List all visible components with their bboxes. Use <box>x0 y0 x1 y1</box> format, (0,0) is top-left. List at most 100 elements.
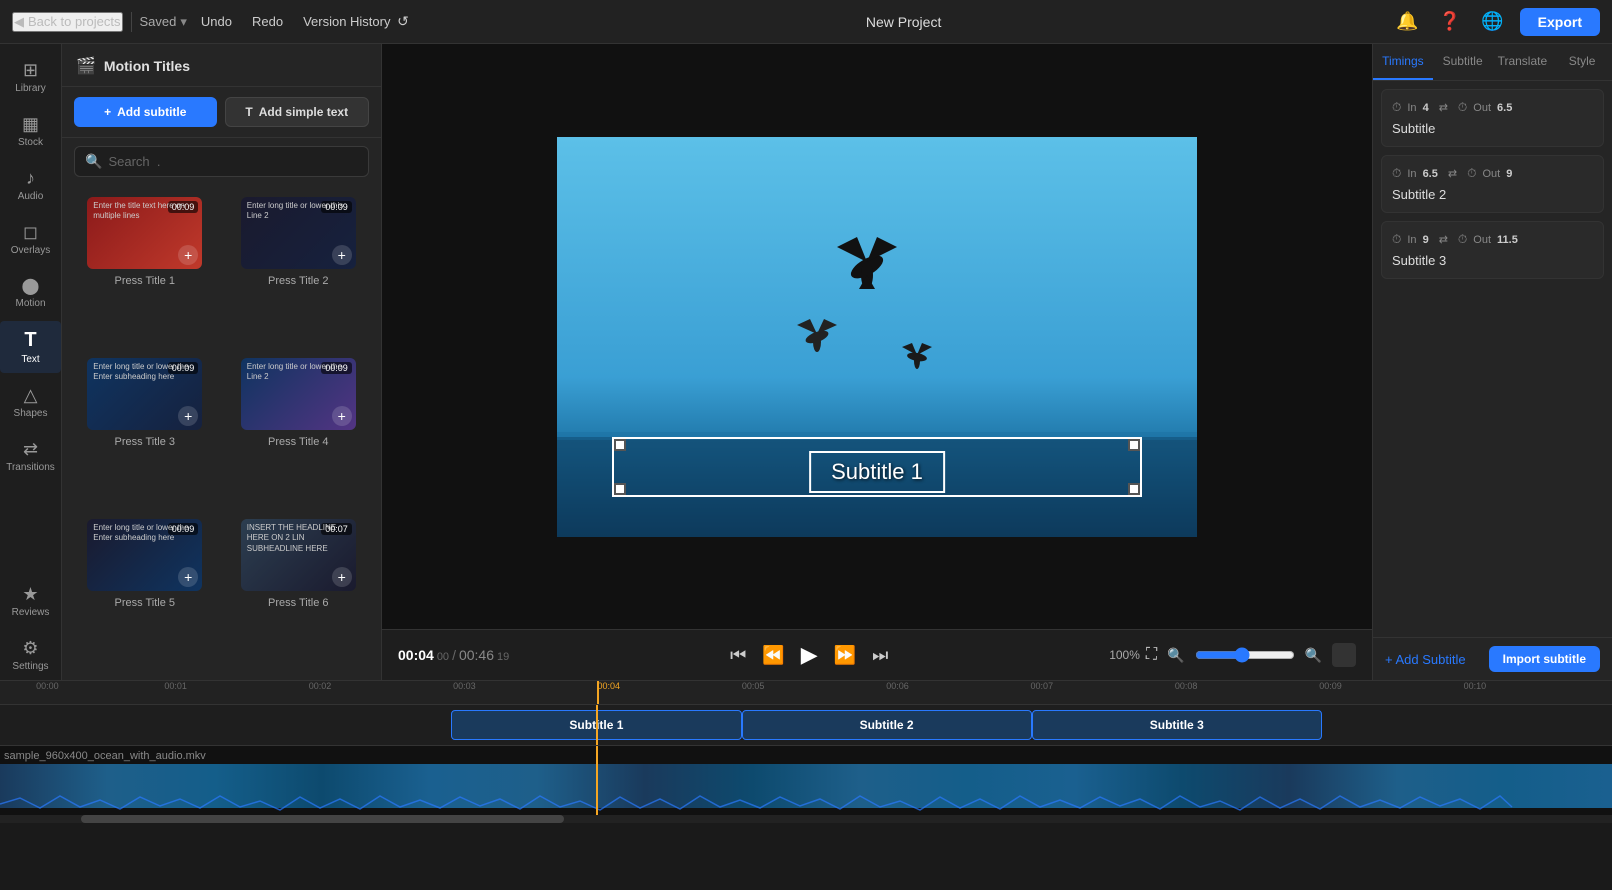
globe-button[interactable]: 🌐 <box>1477 7 1507 36</box>
undo-button[interactable]: Undo <box>195 10 238 33</box>
main-layout: ⊞ Library ▦ Stock ♪ Audio ◻ Overlays ⬤ M… <box>0 44 1612 680</box>
audio-icon: ♪ <box>26 168 35 189</box>
template-item-4[interactable]: 00:09 Enter long title or lower the Line… <box>228 358 370 507</box>
template-add-4[interactable]: + <box>332 406 352 426</box>
template-text-1: Enter the title text here on multiple li… <box>93 201 202 222</box>
subtitle-entry-1[interactable]: ⏱ In 4 ⇄ ⏱ Out 6.5 Subtitle <box>1381 89 1604 147</box>
timeline-scroll[interactable] <box>0 815 1612 823</box>
fast-forward-button[interactable]: ⏩ <box>830 641 860 670</box>
rewind-button[interactable]: ⏪ <box>758 641 788 670</box>
template-add-6[interactable]: + <box>332 567 352 587</box>
add-subtitle-icon: + <box>104 105 111 119</box>
video-frame[interactable]: Subtitle 1 <box>557 137 1197 537</box>
ruler-mark-9: 00:09 <box>1319 681 1342 691</box>
fullscreen-button[interactable]: ⛶ <box>1146 646 1157 664</box>
skip-to-start-button[interactable]: ⏮ <box>726 641 750 670</box>
timeline-scroll-thumb[interactable] <box>81 815 565 823</box>
tab-style[interactable]: Style <box>1552 44 1612 80</box>
template-add-1[interactable]: + <box>178 245 198 265</box>
tab-translate[interactable]: Translate <box>1493 44 1553 80</box>
ruler-track: 00:00 00:01 00:02 00:03 00:04 00:05 00:0… <box>4 681 1608 704</box>
video-preview: Subtitle 1 <box>382 44 1372 629</box>
handle-bl[interactable] <box>614 483 626 495</box>
export-button[interactable]: Export <box>1520 8 1600 36</box>
handle-br[interactable] <box>1128 483 1140 495</box>
subtitle-entry-text-2[interactable]: Subtitle 2 <box>1392 187 1593 202</box>
view-options-button[interactable] <box>1332 643 1356 667</box>
sidebar-item-stock[interactable]: ▦ Stock <box>0 106 61 156</box>
add-subtitle-link[interactable]: + Add Subtitle <box>1385 652 1466 667</box>
template-item-1[interactable]: 00:09 Enter the title text here on multi… <box>74 197 216 346</box>
sidebar-item-motion[interactable]: ⬤ Motion <box>0 268 61 317</box>
subtitle-timing-3: ⏱ In 9 ⇄ ⏱ Out 11.5 <box>1392 232 1593 247</box>
motion-titles-panel: 🎬 Motion Titles + Add subtitle T Add sim… <box>62 44 382 680</box>
template-thumb-6: 00:07 INSERT THE HEADLINE HERE ON 2 LIN … <box>241 519 356 591</box>
subtitle-entry-3[interactable]: ⏱ In 9 ⇄ ⏱ Out 11.5 Subtitle 3 <box>1381 221 1604 279</box>
template-item-5[interactable]: 00:09 Enter long title or lower the Ente… <box>74 519 216 668</box>
handle-tl[interactable] <box>614 439 626 451</box>
sidebar-label-reviews: Reviews <box>12 607 50 618</box>
in-val-1[interactable]: 4 <box>1423 102 1429 114</box>
panel-title: Motion Titles <box>104 58 190 74</box>
waveform-svg <box>0 793 1612 815</box>
search-bar: 🔍 <box>62 138 381 185</box>
top-bar: ◀ Back to projects Saved ▾ Undo Redo Ver… <box>0 0 1612 44</box>
zoom-in-button[interactable]: 🔍 <box>1301 643 1326 668</box>
template-add-3[interactable]: + <box>178 406 198 426</box>
subtitle-block-3[interactable]: Subtitle 3 <box>1032 710 1322 740</box>
sidebar-label-audio: Audio <box>18 191 44 202</box>
add-simple-text-button[interactable]: T Add simple text <box>225 97 370 127</box>
out-val-1[interactable]: 6.5 <box>1497 102 1512 114</box>
out-val-3[interactable]: 11.5 <box>1497 234 1518 246</box>
sidebar-item-shapes[interactable]: △ Shapes <box>0 377 61 427</box>
help-button[interactable]: ❓ <box>1435 7 1465 36</box>
out-val-2[interactable]: 9 <box>1506 168 1512 180</box>
template-add-5[interactable]: + <box>178 567 198 587</box>
sidebar-item-transitions[interactable]: ⇄ Transitions <box>0 431 61 481</box>
subtitle-entry-2[interactable]: ⏱ In 6.5 ⇄ ⏱ Out 9 Subtitle 2 <box>1381 155 1604 213</box>
saved-dropdown-icon[interactable]: ▾ <box>180 14 187 30</box>
template-item-3[interactable]: 00:09 Enter long title or lower the Ente… <box>74 358 216 507</box>
template-name-6: Press Title 6 <box>268 597 329 609</box>
template-add-2[interactable]: + <box>332 245 352 265</box>
out-label-1: Out <box>1473 102 1491 114</box>
out-icon-1: ⏱ <box>1458 100 1467 115</box>
template-item-2[interactable]: 00:09 Enter long title or lower this Lin… <box>228 197 370 346</box>
add-subtitle-row: + Add Subtitle Import subtitle <box>1373 637 1612 680</box>
search-input[interactable] <box>108 154 358 169</box>
zoom-label: 100% <box>1109 648 1140 662</box>
subtitle-block-2[interactable]: Subtitle 2 <box>742 710 1032 740</box>
in-val-2[interactable]: 6.5 <box>1423 168 1438 180</box>
sidebar-item-library[interactable]: ⊞ Library <box>0 52 61 102</box>
version-history-button[interactable]: Version History ↺ <box>297 9 415 34</box>
skip-to-end-button[interactable]: ⏭ <box>868 641 892 670</box>
zoom-slider[interactable] <box>1195 647 1295 663</box>
time-current: 00:04 <box>398 647 434 663</box>
add-simple-icon: T <box>245 105 252 119</box>
timeline-ruler: 00:00 00:01 00:02 00:03 00:04 00:05 00:0… <box>0 681 1612 705</box>
import-subtitle-button[interactable]: Import subtitle <box>1489 646 1600 672</box>
back-button[interactable]: ◀ Back to projects <box>12 12 123 32</box>
tab-timings[interactable]: Timings <box>1373 44 1433 80</box>
sidebar-item-audio[interactable]: ♪ Audio <box>0 160 61 210</box>
zoom-out-button[interactable]: 🔍 <box>1163 643 1188 668</box>
sidebar-item-overlays[interactable]: ◻ Overlays <box>0 214 61 264</box>
in-label-3: In <box>1407 234 1416 246</box>
timing-out-1: Out <box>1473 102 1491 114</box>
in-val-3[interactable]: 9 <box>1423 234 1429 246</box>
redo-button[interactable]: Redo <box>246 10 289 33</box>
subtitle-entry-text-1[interactable]: Subtitle <box>1392 121 1593 136</box>
tab-subtitle[interactable]: Subtitle <box>1433 44 1493 80</box>
sidebar-item-settings[interactable]: ⚙ Settings <box>0 630 61 680</box>
subtitle-entry-text-3[interactable]: Subtitle 3 <box>1392 253 1593 268</box>
handle-tr[interactable] <box>1128 439 1140 451</box>
time-total-frame: 19 <box>497 651 509 663</box>
play-button[interactable]: ▶ <box>797 638 822 672</box>
sidebar-item-text[interactable]: T Text <box>0 321 61 373</box>
add-subtitle-button[interactable]: + Add subtitle <box>74 97 217 127</box>
sync-icon-1: ⇄ <box>1439 101 1448 114</box>
notifications-button[interactable]: 🔔 <box>1392 7 1422 36</box>
template-item-6[interactable]: 00:07 INSERT THE HEADLINE HERE ON 2 LIN … <box>228 519 370 668</box>
in-label-1: In <box>1407 102 1416 114</box>
sidebar-item-reviews[interactable]: ★ Reviews <box>0 576 61 626</box>
